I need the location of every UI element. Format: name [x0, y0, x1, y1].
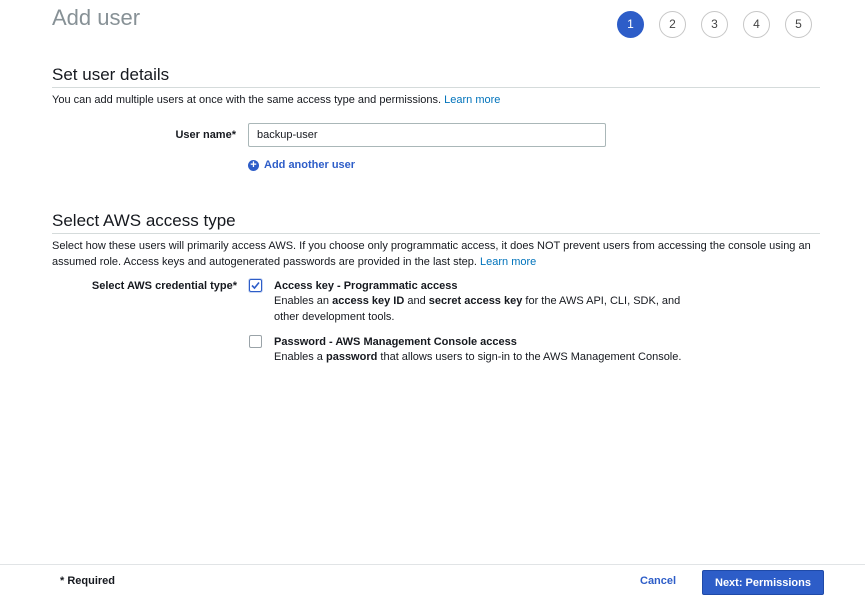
user-name-input[interactable] [248, 123, 606, 147]
access-key-option-title: Access key - Programmatic access [274, 280, 458, 292]
add-user-page: Add user 1 2 3 4 5 Set user details You … [0, 0, 865, 599]
access-key-option-description: Enables an access key ID and secret acce… [274, 295, 681, 323]
select-access-type-title: Select AWS access type [52, 211, 236, 230]
step-1[interactable]: 1 [617, 11, 644, 38]
step-5[interactable]: 5 [785, 11, 812, 38]
set-user-details-title: Set user details [52, 65, 170, 84]
credential-type-label: Select AWS credential type* [91, 280, 237, 292]
cancel-button[interactable]: Cancel [640, 575, 676, 587]
plus-circle-icon: + [248, 159, 259, 171]
add-another-user-link[interactable]: + Add another user [248, 158, 355, 172]
step-4[interactable]: 4 [743, 11, 770, 38]
footer-divider [0, 564, 865, 565]
checkmark-icon [251, 281, 260, 290]
page-title: Add user [52, 5, 141, 30]
access-key-checkbox[interactable] [249, 279, 262, 292]
section-divider [52, 87, 820, 88]
section-divider [52, 233, 820, 234]
password-option-description: Enables a password that allows users to … [274, 351, 682, 363]
access-type-description: Select how these users will primarily ac… [52, 240, 811, 268]
user-name-label: User name* [175, 129, 236, 141]
password-checkbox[interactable] [249, 335, 262, 348]
learn-more-link[interactable]: Learn more [444, 94, 500, 106]
next-permissions-button[interactable]: Next: Permissions [702, 570, 824, 595]
password-option-title: Password - AWS Management Console access [274, 336, 517, 348]
step-3[interactable]: 3 [701, 11, 728, 38]
learn-more-link[interactable]: Learn more [480, 256, 536, 268]
required-note: * Required [60, 575, 116, 587]
step-2[interactable]: 2 [659, 11, 686, 38]
set-user-details-description: You can add multiple users at once with … [52, 94, 501, 106]
